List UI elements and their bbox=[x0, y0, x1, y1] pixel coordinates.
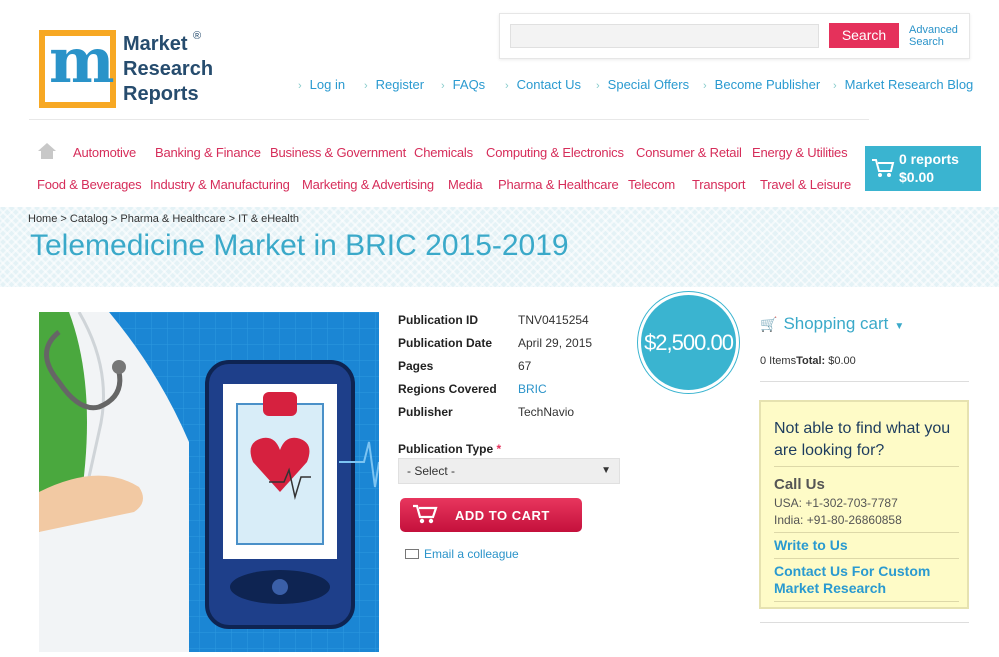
chevron-down-icon: ▼ bbox=[894, 321, 905, 332]
logo-text: Market Research Reports bbox=[123, 33, 214, 105]
detail-label: Publisher bbox=[398, 405, 453, 419]
price-badge: $2,500.00 bbox=[638, 292, 739, 393]
category-link[interactable]: Marketing & Advertising bbox=[302, 177, 434, 192]
cart-icon bbox=[412, 503, 438, 531]
category-link[interactable]: Telecom bbox=[628, 177, 675, 192]
search-panel: Search Advanced Search bbox=[499, 13, 970, 59]
logo-mark: m bbox=[39, 30, 116, 108]
contact-us-link[interactable]: Contact Us bbox=[505, 77, 581, 92]
become-publisher-link[interactable]: Become Publisher bbox=[703, 77, 821, 92]
detail-value: TNV0415254 bbox=[518, 313, 589, 327]
shopping-cart-heading[interactable]: 🛒 Shopping cart ▼ bbox=[760, 314, 904, 334]
category-link[interactable]: Media bbox=[448, 177, 483, 192]
detail-label: Publication ID bbox=[398, 313, 479, 327]
breadcrumb-category[interactable]: Pharma & Healthcare bbox=[120, 213, 225, 225]
category-link[interactable]: Energy & Utilities bbox=[752, 145, 848, 160]
divider bbox=[760, 381, 969, 382]
detail-value: 67 bbox=[518, 359, 532, 373]
category-link[interactable]: Industry & Manufacturing bbox=[150, 177, 290, 192]
envelope-icon bbox=[405, 549, 419, 559]
usa-phone: USA: +1-302-703-7787 bbox=[774, 496, 898, 510]
register-link[interactable]: Register bbox=[364, 77, 424, 92]
page-title: Telemedicine Market in BRIC 2015-2019 bbox=[30, 229, 569, 262]
special-offers-link[interactable]: Special Offers bbox=[596, 77, 689, 92]
search-button[interactable]: Search bbox=[829, 23, 899, 48]
category-link[interactable]: Pharma & Healthcare bbox=[498, 177, 619, 192]
custom-research-link[interactable]: Contact Us For Custom Market Research bbox=[774, 563, 964, 597]
header-cart[interactable]: 0 reports $0.00 bbox=[865, 146, 981, 191]
search-input[interactable] bbox=[510, 24, 819, 48]
call-us-heading: Call Us bbox=[774, 476, 825, 493]
publication-type-label: Publication Type * bbox=[398, 442, 502, 456]
detail-label: Pages bbox=[398, 359, 434, 373]
breadcrumb-subcategory[interactable]: IT & eHealth bbox=[238, 213, 299, 225]
category-link[interactable]: Banking & Finance bbox=[155, 145, 261, 160]
email-colleague-link[interactable]: Email a colleague bbox=[405, 547, 519, 561]
cart-amount: $0.00 bbox=[899, 169, 935, 185]
product-image bbox=[39, 312, 379, 652]
help-box: Not able to find what you are looking fo… bbox=[759, 400, 969, 609]
detail-label: Regions Covered bbox=[398, 382, 497, 396]
cart-count: 0 reports bbox=[899, 151, 959, 167]
detail-value: TechNavio bbox=[518, 405, 575, 419]
add-to-cart-button[interactable]: ADD TO CART bbox=[400, 498, 582, 532]
breadcrumb: Home > Catalog > Pharma & Healthcare > I… bbox=[28, 213, 300, 225]
help-question: Not able to find what you are looking fo… bbox=[774, 420, 951, 459]
blog-link[interactable]: Market Research Blog bbox=[833, 77, 974, 92]
region-link[interactable]: BRIC bbox=[518, 382, 547, 396]
header-divider bbox=[29, 119, 869, 120]
category-link[interactable]: Food & Beverages bbox=[37, 177, 142, 192]
site-logo[interactable]: m Market Research Reports ® bbox=[39, 30, 219, 112]
publication-type-select[interactable]: - Select - ▼ bbox=[398, 458, 620, 484]
category-link[interactable]: Chemicals bbox=[414, 145, 473, 160]
category-link[interactable]: Computing & Electronics bbox=[486, 145, 624, 160]
advanced-search-link[interactable]: Advanced Search bbox=[909, 24, 958, 48]
category-link[interactable]: Consumer & Retail bbox=[636, 145, 742, 160]
write-to-us-link[interactable]: Write to Us bbox=[774, 537, 848, 554]
cart-icon bbox=[871, 158, 895, 184]
cart-icon: 🛒 bbox=[760, 316, 778, 332]
breadcrumb-catalog[interactable]: Catalog bbox=[70, 213, 108, 225]
detail-value: April 29, 2015 bbox=[518, 336, 593, 350]
category-link[interactable]: Transport bbox=[692, 177, 746, 192]
category-link[interactable]: Travel & Leisure bbox=[760, 177, 851, 192]
faqs-link[interactable]: FAQs bbox=[441, 77, 486, 92]
login-link[interactable]: Log in bbox=[298, 77, 345, 92]
india-phone: India: +91-80-26860858 bbox=[774, 513, 902, 527]
category-link[interactable]: Automotive bbox=[73, 145, 136, 160]
registered-mark: ® bbox=[193, 30, 202, 42]
cart-summary: 0 ItemsTotal: $0.00 bbox=[760, 355, 856, 367]
chevron-down-icon: ▼ bbox=[601, 465, 611, 476]
breadcrumb-home[interactable]: Home bbox=[28, 213, 57, 225]
category-link[interactable]: Business & Government bbox=[270, 145, 406, 160]
home-icon[interactable] bbox=[38, 143, 56, 159]
divider bbox=[760, 622, 969, 623]
detail-label: Publication Date bbox=[398, 336, 493, 350]
